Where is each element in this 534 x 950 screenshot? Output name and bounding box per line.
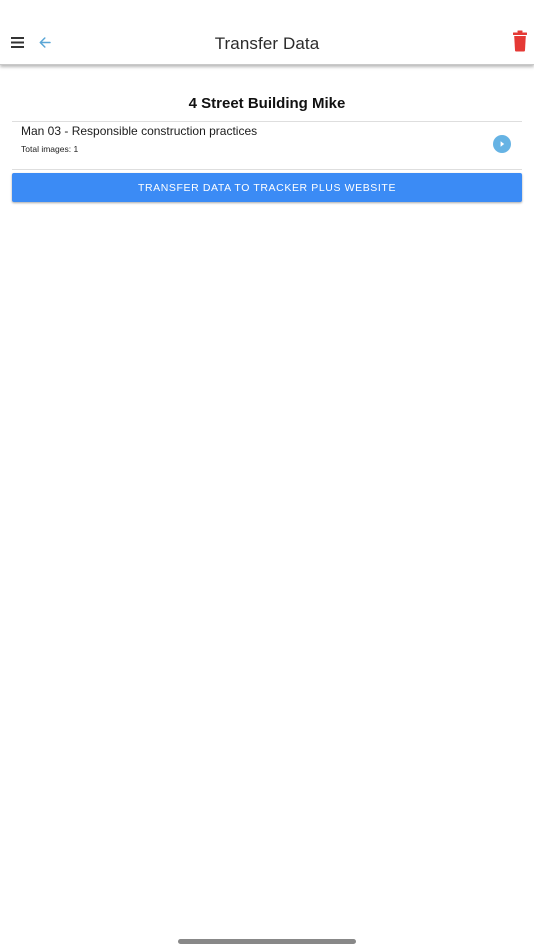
- list-item[interactable]: Man 03 - Responsible construction practi…: [12, 122, 522, 170]
- home-indicator[interactable]: [178, 939, 356, 944]
- project-title: 4 Street Building Mike: [188, 95, 346, 112]
- transfer-data-screen: Transfer Data 4 Street Building Mike Man…: [0, 0, 534, 950]
- item-image-count: Total images: 1: [21, 144, 79, 154]
- item-open-button[interactable]: [493, 135, 511, 153]
- transfer-data-button[interactable]: TRANSFER DATA TO TRACKER PLUS WEBSITE: [12, 173, 522, 202]
- trash-icon: [513, 30, 527, 52]
- app-header: Transfer Data: [0, 0, 534, 65]
- chevron-right-circle-icon: [500, 141, 505, 147]
- page-title: Transfer Data: [214, 34, 320, 53]
- delete-button[interactable]: [513, 30, 527, 52]
- item-title: Man 03 - Responsible construction practi…: [21, 124, 258, 138]
